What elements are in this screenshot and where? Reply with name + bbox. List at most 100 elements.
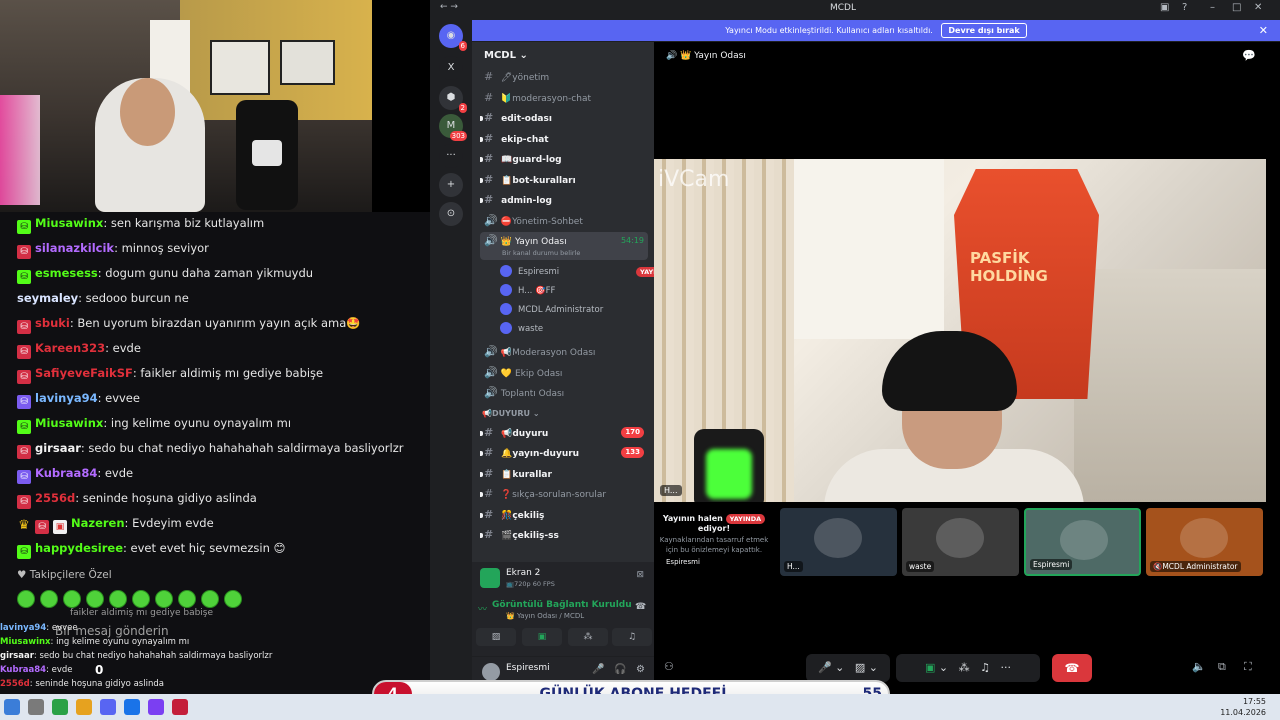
emote-icon[interactable] xyxy=(178,589,196,608)
close-icon[interactable]: ✕ xyxy=(1259,20,1268,41)
discord-home-icon[interactable]: ◉ 6 xyxy=(439,24,467,51)
chat-username[interactable]: Kubraa84 xyxy=(35,466,97,480)
emote-icon[interactable] xyxy=(201,589,219,608)
disable-button[interactable]: Devre dışı bırak xyxy=(941,23,1027,38)
server-mcdl-icon[interactable]: M 303 xyxy=(439,114,467,141)
participant-tile[interactable]: Espiresmi xyxy=(1024,508,1141,576)
chat-username[interactable]: girsaar xyxy=(35,441,81,455)
emote-icon[interactable] xyxy=(17,589,35,608)
share-activity-group[interactable]: ▣ ⌄ ⁂ ♫ ··· xyxy=(896,654,1040,682)
mic-icon[interactable]: 🎤 xyxy=(592,664,604,675)
chat-username[interactable]: Miusawinx xyxy=(35,216,103,230)
browser-icon[interactable] xyxy=(124,699,140,715)
stream-preview-tile[interactable]: Yayının halen YAYINDA ediyor! Kaynakları… xyxy=(654,508,774,576)
avatar[interactable] xyxy=(482,663,500,681)
voice-user[interactable]: Espiresmi YAYINDA xyxy=(500,263,654,281)
folder-icon[interactable] xyxy=(76,699,92,715)
discord-taskbar-icon[interactable] xyxy=(100,699,116,715)
screen-share-button[interactable]: ▣ xyxy=(522,628,562,646)
chat-bubble-icon[interactable]: 💬 xyxy=(1242,42,1256,70)
app2-icon[interactable] xyxy=(148,699,164,715)
start-icon[interactable] xyxy=(4,699,20,715)
emote-icon[interactable] xyxy=(40,589,58,608)
signal-icon[interactable]: 〰 xyxy=(478,602,487,615)
category-header[interactable]: 📢DUYURU ⌄ xyxy=(482,409,540,418)
chat-username[interactable]: Nazeren xyxy=(71,516,125,530)
chat-username[interactable]: 2556d xyxy=(35,491,75,505)
discover-icon[interactable]: ⊙ xyxy=(439,202,463,226)
channel-item[interactable]: # 📖guard-log xyxy=(480,150,648,168)
channel-item[interactable]: # 🔔yayın-duyuru 133 xyxy=(480,444,648,462)
channel-item[interactable]: # 🎬çekiliş-ss xyxy=(480,526,648,544)
emote-icon[interactable] xyxy=(63,589,81,608)
emote-icon[interactable] xyxy=(86,589,104,608)
help-icon[interactable]: ? xyxy=(1182,2,1187,13)
mic-camera-group[interactable]: 🎤 ⌄ ▨ ⌄ xyxy=(806,654,890,682)
voice-user[interactable]: H... 🎯FF xyxy=(500,282,555,300)
chat-username[interactable]: happydesiree xyxy=(35,541,123,555)
voice-channel-item[interactable]: 🔊 📢Moderasyon Odası xyxy=(480,343,648,361)
stop-share-icon[interactable]: ⊠ xyxy=(636,570,644,580)
main-video[interactable]: PASFİK HOLDİNG iVCam H... xyxy=(654,159,1266,502)
minimize-icon[interactable]: – xyxy=(1210,2,1215,13)
channel-item[interactable]: # ekip-chat xyxy=(480,130,648,148)
participant-tile[interactable]: 🔇MCDL Administrator xyxy=(1146,508,1263,576)
chat-username[interactable]: seymaley xyxy=(17,291,78,305)
channel-item[interactable]: # 🔰moderasyon-chat xyxy=(480,89,648,107)
channel-status[interactable]: Bir kanal durumu belirle xyxy=(502,248,580,258)
app-icon[interactable] xyxy=(52,699,68,715)
server-header[interactable]: MCDL ⌄ xyxy=(472,42,654,70)
voice-channel-item[interactable]: 🔊 💛 Ekip Odası xyxy=(480,364,648,382)
add-server-icon[interactable]: + xyxy=(439,173,463,197)
channel-item[interactable]: # 📢duyuru 170 xyxy=(480,424,648,442)
channel-item[interactable]: 🔊 ⛔Yönetim-Sohbet xyxy=(480,212,648,230)
headphones-icon[interactable]: 🎧 xyxy=(614,664,626,675)
channel-item[interactable]: # 🎊çekiliş xyxy=(480,506,648,524)
voice-user[interactable]: waste xyxy=(500,320,543,338)
emote-icon[interactable] xyxy=(155,589,173,608)
chat-username[interactable]: SafiyeveFaikSF xyxy=(35,366,133,380)
maximize-icon[interactable]: □ xyxy=(1232,2,1241,13)
channel-item[interactable]: # 📋bot-kuralları xyxy=(480,171,648,189)
chat-username[interactable]: Miusawinx xyxy=(35,416,103,430)
popout-icon[interactable]: ⧉ xyxy=(1218,660,1226,674)
hang-up-button[interactable]: ☎ xyxy=(1052,654,1092,682)
volume-icon[interactable]: 🔈 xyxy=(1192,660,1206,673)
voice-user[interactable]: MCDL Administrator xyxy=(500,301,603,319)
channel-item-yayin-odasi[interactable]: 🔊 👑 Yayın Odası 54:19 Bir kanal durumu bel… xyxy=(480,232,648,260)
inbox-icon[interactable]: ▣ xyxy=(1160,2,1169,13)
add-people-icon[interactable]: ⚇ xyxy=(664,660,674,673)
search-icon[interactable] xyxy=(28,699,44,715)
emote-icon[interactable] xyxy=(132,589,150,608)
participant-tile[interactable]: waste xyxy=(902,508,1019,576)
gear-icon[interactable]: ⚙ xyxy=(636,664,645,675)
obs-icon[interactable] xyxy=(172,699,188,715)
channel-item[interactable]: # ❓sıkça-sorulan-sorular xyxy=(480,485,648,503)
chat-username[interactable]: silanazkilcik xyxy=(35,241,114,255)
disconnect-icon[interactable]: ☎ xyxy=(635,602,646,612)
soundboard-button[interactable]: ♫ xyxy=(612,628,652,646)
stream-heading2: ediyor! xyxy=(697,524,731,533)
chat-username[interactable]: Kareen323 xyxy=(35,341,105,355)
server-x-icon[interactable]: X xyxy=(439,56,463,80)
channel-item[interactable]: # 🖊yönetim xyxy=(480,68,648,86)
back-forward-icon[interactable]: ← → xyxy=(440,2,458,12)
emote-icon[interactable] xyxy=(109,589,127,608)
channel-item[interactable]: # 📋kurallar xyxy=(480,465,648,483)
more-icon[interactable]: ··· xyxy=(439,144,463,168)
channel-item[interactable]: # admin-log xyxy=(480,191,648,209)
server-game-icon[interactable]: ⬢ 2 xyxy=(439,86,467,113)
voice-channel-item[interactable]: 🔊 Toplantı Odası xyxy=(480,384,648,402)
chat-username[interactable]: esmesess xyxy=(35,266,98,280)
close-window-icon[interactable]: ✕ xyxy=(1254,2,1262,13)
fullscreen-icon[interactable]: ⛶ xyxy=(1244,660,1252,674)
emote-icon[interactable] xyxy=(224,589,242,608)
camera-off-button[interactable]: ▨ xyxy=(476,628,516,646)
overlay-username: lavinya94 xyxy=(0,623,47,633)
channel-item[interactable]: # edit-odası xyxy=(480,109,648,127)
participant-tile[interactable]: H... xyxy=(780,508,897,576)
chat-message: ⛁ esmesess: dogum gunu daha zaman yikmuyd… xyxy=(17,262,313,284)
chat-username[interactable]: sbuki xyxy=(35,316,70,330)
activities-button[interactable]: ⁂ xyxy=(568,628,608,646)
chat-username[interactable]: lavinya94 xyxy=(35,391,98,405)
